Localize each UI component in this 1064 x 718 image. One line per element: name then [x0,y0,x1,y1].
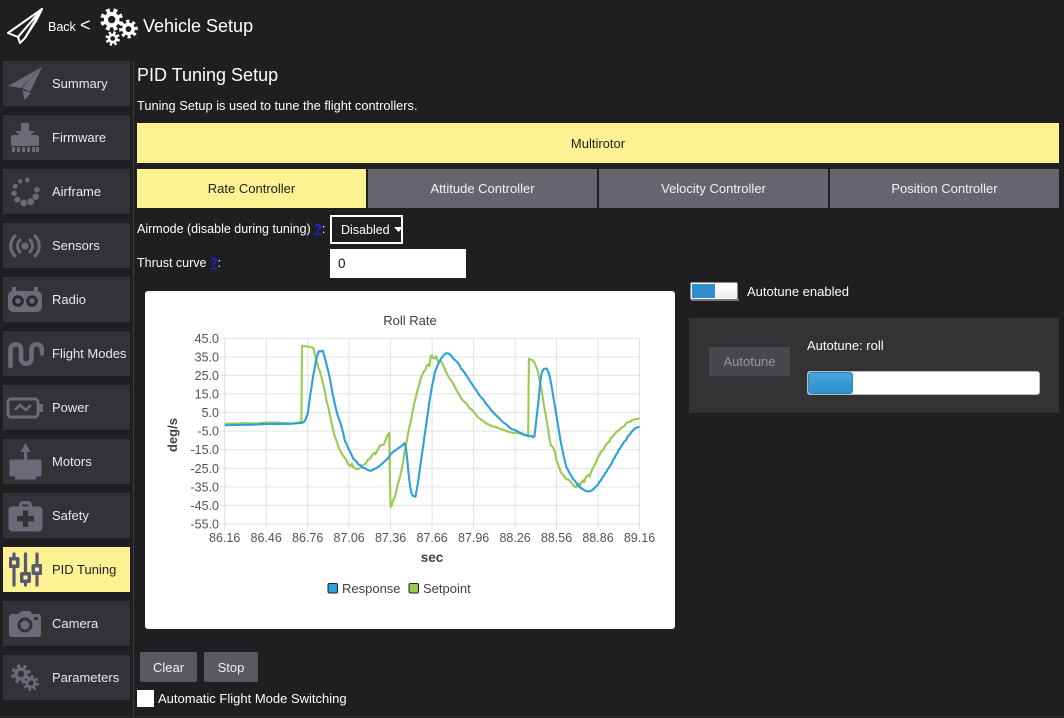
svg-text:88.86: 88.86 [582,531,613,545]
svg-text:89.16: 89.16 [624,531,655,545]
svg-text:25.0: 25.0 [195,369,219,383]
svg-text:15.0: 15.0 [195,388,219,402]
svg-text:88.56: 88.56 [541,531,572,545]
svg-text:86.76: 86.76 [292,531,323,545]
svg-text:86.46: 86.46 [251,531,282,545]
svg-text:Setpoint: Setpoint [423,581,471,596]
svg-text:5.0: 5.0 [202,406,219,420]
svg-text:Roll Rate: Roll Rate [383,313,436,328]
svg-text:86.16: 86.16 [209,531,240,545]
svg-text:sec: sec [421,550,444,565]
svg-text:-15.0: -15.0 [191,443,220,457]
svg-text:-5.0: -5.0 [197,425,219,439]
svg-text:-45.0: -45.0 [191,499,220,513]
svg-text:87.06: 87.06 [333,531,364,545]
svg-text:45.0: 45.0 [195,332,219,346]
svg-text:-25.0: -25.0 [191,462,220,476]
svg-text:deg/s: deg/s [165,418,180,452]
svg-text:Response: Response [342,581,401,596]
svg-text:87.96: 87.96 [458,531,489,545]
svg-text:-55.0: -55.0 [191,518,220,532]
svg-text:-35.0: -35.0 [191,480,220,494]
svg-text:87.36: 87.36 [375,531,406,545]
svg-text:88.26: 88.26 [499,531,530,545]
svg-text:35.0: 35.0 [195,350,219,364]
svg-text:87.66: 87.66 [416,531,447,545]
